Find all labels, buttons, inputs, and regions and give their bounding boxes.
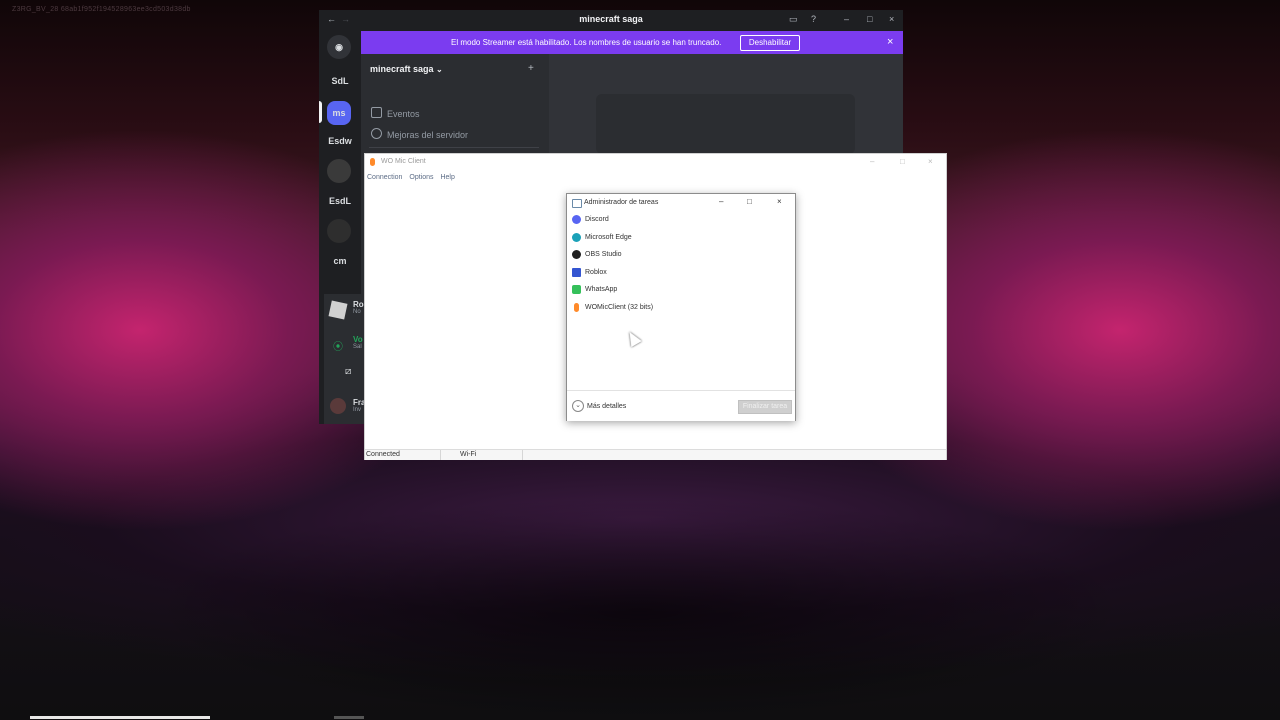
app-row-roblox[interactable]: Roblox: [571, 265, 793, 281]
end-task-button[interactable]: Finalizar tarea: [738, 400, 792, 414]
mic-icon: [574, 303, 579, 312]
content-card: [596, 94, 855, 154]
progress-strip-2: [334, 716, 364, 719]
discord-home-icon[interactable]: ◉: [327, 35, 351, 59]
tm-close-button[interactable]: ×: [777, 197, 782, 206]
app-name: Microsoft Edge: [585, 234, 632, 241]
menu-options[interactable]: Options: [409, 174, 433, 181]
server-icon-ms[interactable]: ms: [327, 101, 351, 125]
channel-events-label: Eventos: [387, 109, 420, 119]
menu-connection[interactable]: Connection: [367, 174, 402, 181]
task-manager-footer: ⌄ Más detalles Finalizar tarea: [567, 390, 795, 421]
app-row-edge[interactable]: Microsoft Edge: [571, 230, 793, 246]
app-row-womic[interactable]: WOMicClient (32 bits): [571, 300, 793, 316]
server-icon-esdl[interactable]: EsdL: [325, 196, 355, 206]
status-divider: [440, 450, 441, 460]
banner-close-icon[interactable]: ×: [887, 36, 893, 48]
activity-name-2: Vo: [353, 335, 363, 344]
activity-name-1: Ro: [353, 300, 364, 309]
whatsapp-icon: [572, 285, 581, 294]
activity-detail-2: Sal: [353, 344, 362, 350]
chevron-down-icon: ⌄: [436, 65, 443, 74]
activity-detail-3: Inv: [353, 407, 362, 413]
app-row-whatsapp[interactable]: WhatsApp: [571, 282, 793, 298]
server-name-label: minecraft saga: [370, 64, 434, 74]
activity-panel: Ro No ⦿ Vo Sal ⧄ Fra Inv: [324, 294, 365, 424]
womic-minimize-button[interactable]: –: [870, 157, 874, 166]
womic-close-button[interactable]: ×: [928, 157, 933, 166]
edge-icon: [572, 233, 581, 242]
inbox-icon[interactable]: ▭: [789, 14, 798, 25]
stream-watermark: Z3RG_BV_28 68ab1f952f194528963ee3cd503d3…: [12, 6, 191, 13]
divider: [369, 147, 539, 148]
task-manager-window: Administrador de tareas – □ × Discord Mi…: [566, 193, 796, 421]
task-manager-icon: [572, 199, 582, 208]
help-icon[interactable]: ?: [811, 14, 816, 24]
status-divider-2: [522, 450, 523, 460]
disable-streamer-button[interactable]: Deshabilitar: [740, 35, 800, 51]
server-name[interactable]: minecraft saga ⌄: [370, 64, 443, 74]
roblox-icon: [572, 268, 581, 277]
selected-server-indicator: [319, 101, 322, 123]
channel-boosts-label: Mejoras del servidor: [387, 130, 469, 140]
user-avatar: [330, 398, 346, 414]
server-icon-esdw[interactable]: Esdw: [325, 136, 355, 146]
app-name: Roblox: [585, 269, 607, 276]
banner-text: El modo Streamer está habilitado. Los no…: [451, 38, 722, 47]
womic-maximize-button[interactable]: □: [900, 157, 905, 166]
channel-boosts[interactable]: Mejoras del servidor: [371, 128, 468, 140]
app-name: Discord: [585, 216, 609, 223]
screen-share-off-icon[interactable]: ⧄: [345, 366, 351, 377]
menu-help[interactable]: Help: [440, 174, 454, 181]
maximize-button[interactable]: □: [867, 14, 872, 24]
invite-icon[interactable]: +: [528, 63, 534, 74]
app-name: OBS Studio: [585, 251, 622, 258]
calendar-icon: [371, 107, 382, 118]
app-name: WhatsApp: [585, 286, 618, 293]
voice-connected-icon: ⦿: [333, 342, 343, 353]
server-avatar-icon[interactable]: [327, 159, 351, 183]
tm-minimize-button[interactable]: –: [719, 197, 723, 206]
progress-strip: [30, 716, 210, 719]
minimize-button[interactable]: –: [844, 14, 849, 24]
discord-titlebar: ← → minecraft saga ▭ ? – □ ×: [319, 10, 903, 31]
server-icon-sdl[interactable]: SdL: [325, 76, 355, 86]
app-name: WOMicClient (32 bits): [585, 304, 654, 311]
womic-menubar: Connection Options Help: [367, 174, 460, 181]
roblox-icon: [328, 300, 348, 320]
close-button[interactable]: ×: [889, 14, 894, 24]
status-transport: Wi-Fi: [460, 451, 477, 458]
discord-icon: [572, 215, 581, 224]
status-connection: Connected: [366, 451, 400, 458]
activity-detail-1: No: [353, 309, 361, 315]
womic-statusbar: Connected Wi-Fi: [365, 449, 946, 460]
boost-icon: [371, 128, 382, 139]
obs-icon: [572, 250, 581, 259]
server-icon-cm[interactable]: cm: [325, 256, 355, 266]
app-row-discord[interactable]: Discord: [571, 212, 793, 228]
chevron-down-icon[interactable]: ⌄: [572, 400, 584, 412]
more-details-link[interactable]: Más detalles: [587, 403, 626, 410]
streamer-mode-banner: El modo Streamer está habilitado. Los no…: [361, 31, 903, 54]
mic-icon: [370, 158, 375, 166]
womic-title: WO Mic Client: [381, 158, 426, 165]
server-avatar-icon-2[interactable]: [327, 219, 351, 243]
channel-events[interactable]: Eventos: [371, 107, 420, 119]
task-manager-title: Administrador de tareas: [584, 199, 659, 206]
tm-maximize-button[interactable]: □: [747, 197, 752, 206]
app-row-obs[interactable]: OBS Studio: [571, 247, 793, 263]
